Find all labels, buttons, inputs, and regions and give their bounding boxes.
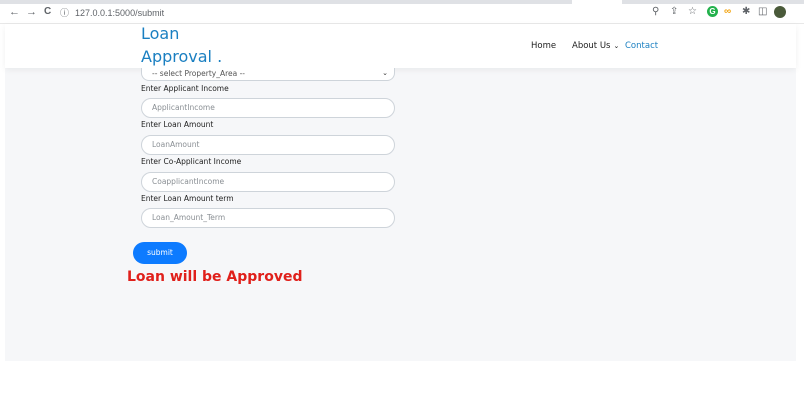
forward-icon[interactable]: → — [26, 6, 37, 18]
zoom-icon[interactable]: ⚲ — [652, 6, 659, 18]
chevron-down-icon: ⌄ — [613, 42, 620, 50]
page-content: Loan Approval . Home About Us ⌄ Contact -… — [5, 24, 796, 361]
applicant-income-input[interactable]: ApplicantIncome — [141, 98, 395, 118]
browser-toolbar: ← → C ⓘ 127.0.0.1:5000/submit ⚲ ⇪ ☆ G ∞ … — [0, 0, 804, 24]
link-extension-icon[interactable]: ∞ — [724, 6, 731, 18]
nav-about-us[interactable]: About Us ⌄ — [572, 41, 619, 51]
profile-avatar[interactable] — [774, 6, 786, 18]
loan-amount-input[interactable]: LoanAmount — [141, 135, 395, 155]
coapplicant-income-input[interactable]: CoapplicantIncome — [141, 172, 395, 192]
select-chevron-icon: ⌄ — [382, 69, 388, 77]
loan-amount-label: Enter Loan Amount — [141, 120, 214, 129]
extensions-puzzle-icon[interactable]: ✱ — [742, 6, 750, 18]
prediction-result: Loan will be Approved — [127, 269, 303, 285]
coapplicant-income-label: Enter Co-Applicant Income — [141, 157, 242, 166]
submit-button[interactable]: submit — [133, 242, 187, 264]
property-area-select[interactable]: -- select Property_Area -- ⌄ — [141, 68, 395, 81]
loan-term-input[interactable]: Loan_Amount_Term — [141, 208, 395, 228]
brand-line-2: Approval . — [141, 47, 223, 66]
site-header: Loan Approval . Home About Us ⌄ Contact — [5, 24, 796, 68]
share-icon[interactable]: ⇪ — [670, 6, 678, 18]
grammarly-extension-icon[interactable]: G — [707, 6, 718, 17]
nav-about-label: About Us — [572, 41, 611, 51]
tab-strip — [0, 0, 804, 4]
reload-icon[interactable]: C — [44, 6, 51, 18]
property-area-selected-value: -- select Property_Area -- — [152, 69, 246, 78]
nav-contact[interactable]: Contact — [625, 41, 658, 51]
brand-logo[interactable]: Loan Approval . — [141, 22, 241, 68]
address-bar[interactable]: ⓘ 127.0.0.1:5000/submit — [60, 6, 164, 19]
back-icon[interactable]: ← — [9, 6, 20, 18]
loan-term-label: Enter Loan Amount term — [141, 194, 234, 203]
url-text[interactable]: 127.0.0.1:5000/submit — [75, 8, 164, 18]
side-panel-icon[interactable]: ◫ — [758, 6, 767, 18]
bookmark-star-icon[interactable]: ☆ — [688, 6, 697, 18]
applicant-income-label: Enter Applicant Income — [141, 84, 229, 93]
site-info-icon[interactable]: ⓘ — [60, 6, 69, 19]
brand-line-1: Loan — [141, 24, 180, 43]
nav-home[interactable]: Home — [531, 41, 556, 51]
